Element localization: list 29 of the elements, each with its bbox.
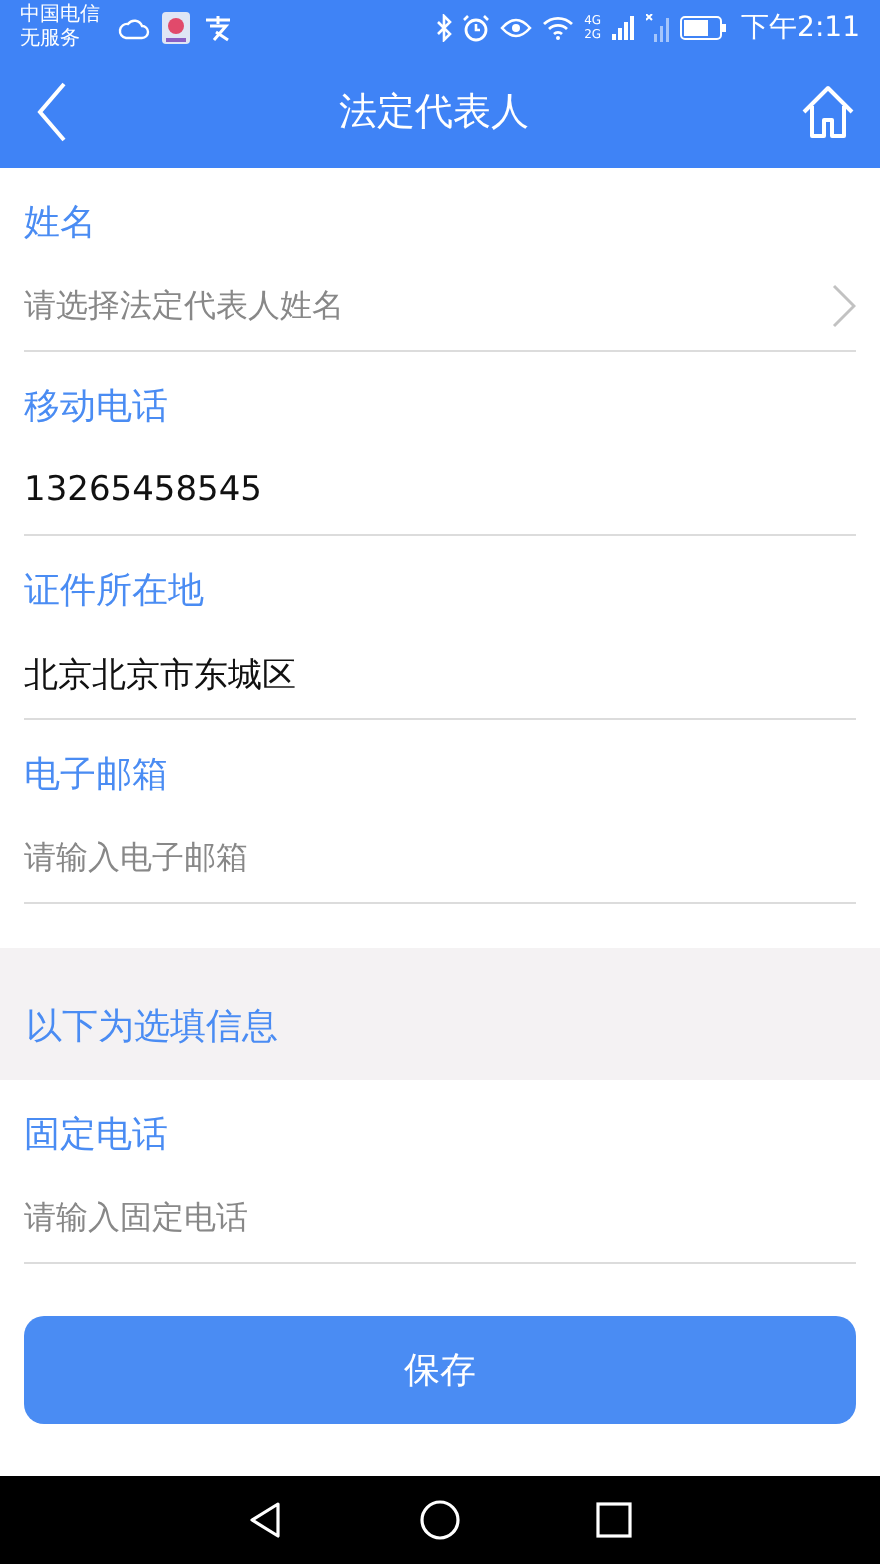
app-icon — [160, 10, 192, 46]
weather-icon — [118, 14, 150, 42]
signal-icon — [645, 14, 670, 42]
field-label: 移动电话 — [24, 384, 170, 432]
field-label: 证件所在地 — [24, 568, 206, 616]
field-label: 固定电话 — [24, 1112, 170, 1160]
battery-icon — [679, 16, 728, 40]
bluetooth-icon — [436, 14, 453, 42]
field-label: 电子邮箱 — [24, 752, 170, 800]
home-icon[interactable] — [418, 1498, 462, 1542]
wifi-icon — [542, 16, 575, 40]
service-status: 无服务 — [20, 28, 82, 52]
section-title: 以下为选填信息 — [26, 1004, 278, 1050]
signal-icon — [611, 16, 636, 40]
page-title: 法定代表人 — [339, 88, 529, 138]
clock-time: 下午2:11 — [741, 10, 860, 46]
carrier-name: 中国电信 — [20, 4, 100, 28]
recent-apps-icon[interactable] — [594, 1500, 634, 1540]
alarm-icon — [462, 14, 491, 42]
name-select[interactable]: 请选择法定代表人姓名 — [24, 282, 856, 330]
eye-icon — [500, 16, 533, 40]
input-field[interactable]: 13265458545 — [24, 466, 856, 514]
input-field[interactable]: 北京北京市东城区 — [24, 650, 856, 698]
input-field[interactable]: 请输入电子邮箱 — [24, 834, 856, 882]
input-field[interactable]: 请输入固定电话 — [24, 1194, 856, 1242]
chevron-right-icon — [832, 284, 856, 328]
field-label: 姓名 — [24, 200, 98, 248]
pay-icon — [202, 14, 234, 42]
back-icon[interactable] — [246, 1500, 286, 1540]
